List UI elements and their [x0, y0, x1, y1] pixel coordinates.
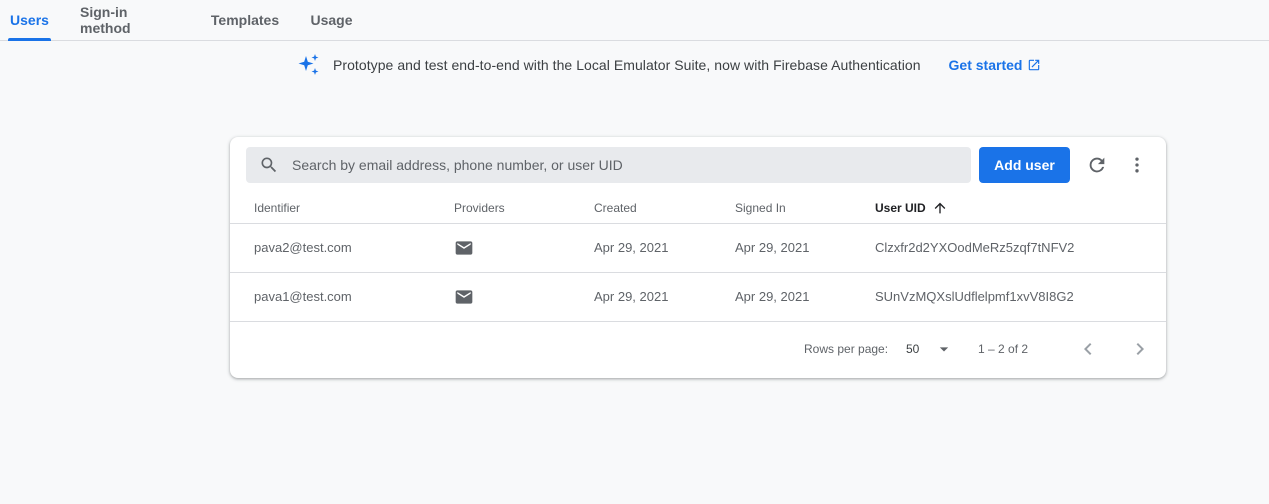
pagination-bar: Rows per page: 50 1 – 2 of 2 [230, 323, 1166, 375]
search-icon [261, 157, 277, 173]
created-cell: Apr 29, 2021 [594, 240, 669, 255]
tab-templates[interactable]: Templates [211, 0, 279, 40]
table-header: Identifier Providers Created Signed In U… [230, 193, 1166, 224]
column-header-created[interactable]: Created [594, 193, 637, 223]
user-uid-cell: Clzxfr2d2YXOodMeRz5zqf7tNFV2 [875, 240, 1075, 255]
next-page-button[interactable] [1126, 335, 1154, 363]
arrow-upward-icon [934, 202, 946, 214]
users-card: Add user Identifier Providers Created Si… [230, 137, 1166, 378]
more-options-button[interactable] [1121, 149, 1153, 181]
column-header-signed-in[interactable]: Signed In [735, 193, 786, 223]
column-header-identifier[interactable]: Identifier [254, 193, 300, 223]
rows-per-page-value: 50 [906, 342, 920, 356]
tab-sign-in-method[interactable]: Sign-in method [80, 0, 179, 40]
sparkle-icon [298, 54, 319, 75]
email-icon [455, 290, 473, 304]
column-header-providers[interactable]: Providers [454, 193, 505, 223]
open-in-new-icon [1029, 59, 1040, 71]
banner-message: Prototype and test end-to-end with the L… [333, 57, 921, 73]
tab-bar: Users Sign-in method Templates Usage [0, 0, 1269, 41]
get-started-label: Get started [948, 57, 1023, 73]
signed-in-cell: Apr 29, 2021 [735, 240, 810, 255]
chevron-left-icon [1084, 343, 1092, 355]
chevron-right-icon [1136, 343, 1144, 355]
column-header-user-uid[interactable]: User UID [875, 193, 948, 223]
rows-per-page-select[interactable]: 50 [906, 323, 954, 375]
rows-per-page-label: Rows per page: [804, 342, 889, 356]
search-input[interactable] [290, 156, 944, 174]
refresh-icon [1089, 157, 1105, 173]
email-icon [455, 241, 473, 255]
tab-users[interactable]: Users [8, 0, 51, 41]
pagination-range: 1 – 2 of 2 [978, 342, 1029, 356]
add-user-button[interactable]: Add user [979, 147, 1070, 183]
get-started-link[interactable]: Get started [949, 57, 1042, 73]
identifier-cell: pava1@test.com [254, 289, 352, 304]
table-row[interactable]: pava2@test.com Apr 29, 2021 Apr 29, 2021… [230, 224, 1166, 273]
tab-usage[interactable]: Usage [310, 0, 352, 40]
identifier-cell: pava2@test.com [254, 240, 352, 255]
created-cell: Apr 29, 2021 [594, 289, 669, 304]
previous-page-button[interactable] [1074, 335, 1102, 363]
table-row[interactable]: pava1@test.com Apr 29, 2021 Apr 29, 2021… [230, 273, 1166, 322]
signed-in-cell: Apr 29, 2021 [735, 289, 810, 304]
dropdown-arrow-icon [940, 347, 949, 352]
refresh-button[interactable] [1081, 149, 1113, 181]
more-vert-icon [1135, 157, 1139, 173]
user-uid-header-label: User UID [875, 201, 926, 215]
user-uid-cell: SUnVzMQXslUdflelpmf1xvV8I8G2 [875, 289, 1074, 304]
emulator-banner: Prototype and test end-to-end with the L… [297, 52, 1041, 78]
search-bar[interactable] [246, 147, 971, 183]
